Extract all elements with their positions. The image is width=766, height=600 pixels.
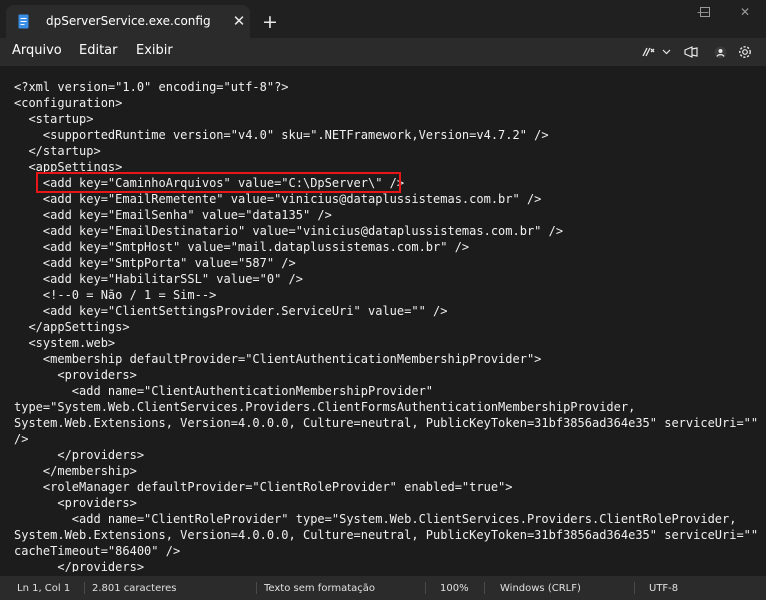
code-line[interactable]: </membership> — [14, 463, 758, 479]
code-line[interactable]: <roleManager defaultProvider="ClientRole… — [14, 479, 758, 495]
code-line[interactable]: <add name="ClientRoleProvider" type="Sys… — [14, 511, 758, 527]
code-line[interactable]: <providers> — [14, 495, 758, 511]
code-line[interactable]: <!--0 = Não / 1 = Sim--> — [14, 287, 758, 303]
code-line[interactable]: </startup> — [14, 143, 758, 159]
code-line[interactable]: <add key="EmailDestinatario" value="vini… — [14, 223, 758, 239]
status-divider — [484, 582, 485, 594]
chevron-down-icon[interactable] — [658, 41, 674, 63]
code-line[interactable]: <add name="ClientAuthenticationMembershi… — [14, 383, 758, 399]
code-line[interactable]: <startup> — [14, 111, 758, 127]
account-icon[interactable] — [708, 41, 732, 63]
menu-exibir[interactable]: Exibir — [136, 43, 173, 58]
maximize-button[interactable] — [684, 0, 726, 24]
editor-text[interactable]: <?xml version="1.0" encoding="utf-8"?> <c… — [14, 79, 758, 575]
code-line[interactable]: <add key="SmtpPorta" value="587" /> — [14, 255, 758, 271]
code-line[interactable]: <add key="EmailSenha" value="data135" /> — [14, 207, 758, 223]
code-line[interactable]: System.Web.Extensions, Version=4.0.0.0, … — [14, 415, 758, 431]
code-line[interactable]: /> — [14, 431, 758, 447]
status-divider — [256, 582, 257, 594]
code-line[interactable]: <add key="SmtpHost" value="mail.dataplus… — [14, 239, 758, 255]
code-line[interactable]: </appSettings> — [14, 319, 758, 335]
code-line[interactable]: type="System.Web.ClientServices.Provider… — [14, 399, 758, 415]
status-divider — [634, 582, 635, 594]
code-line[interactable]: <configuration> — [14, 95, 758, 111]
title-bar: dpServerService.exe.config ✕ + — ✕ — [0, 0, 766, 38]
close-window-button[interactable]: ✕ — [724, 0, 766, 24]
status-zoom[interactable]: 100% — [440, 576, 469, 600]
highlight-annotation — [36, 172, 401, 193]
code-line[interactable]: <add key="ClientSettingsProvider.Service… — [14, 303, 758, 319]
code-line[interactable]: </providers> — [14, 447, 758, 463]
tab-title: dpServerService.exe.config — [46, 14, 211, 28]
code-line[interactable]: System.Web.Extensions, Version=4.0.0.0, … — [14, 527, 758, 543]
status-cursor-position[interactable]: Ln 1, Col 1 — [17, 576, 70, 600]
menu-toolbar — [638, 41, 758, 63]
notepad-file-icon — [18, 14, 29, 29]
status-line-ending[interactable]: Windows (CRLF) — [500, 576, 581, 600]
code-line[interactable]: <providers> — [14, 367, 758, 383]
copilot-icon[interactable] — [638, 41, 658, 63]
code-line[interactable]: <?xml version="1.0" encoding="utf-8"?> — [14, 79, 758, 95]
text-editor[interactable]: <?xml version="1.0" encoding="utf-8"?> <c… — [0, 66, 766, 575]
close-tab-icon[interactable]: ✕ — [228, 10, 250, 32]
code-line[interactable]: <add key="EmailRemetente" value="viniciu… — [14, 191, 758, 207]
menu-bar: Arquivo Editar Exibir — [0, 38, 766, 66]
settings-icon[interactable] — [732, 41, 758, 63]
status-encoding[interactable]: UTF-8 — [649, 576, 678, 600]
code-line[interactable]: cacheTimeout="86400" /> — [14, 543, 758, 559]
new-tab-button[interactable]: + — [258, 10, 282, 34]
menu-arquivo[interactable]: Arquivo — [12, 43, 62, 58]
status-divider — [425, 582, 426, 594]
code-line[interactable]: <supportedRuntime version="v4.0" sku=".N… — [14, 127, 758, 143]
menu-editar[interactable]: Editar — [79, 43, 118, 58]
status-bar: Ln 1, Col 1 2.801 caracteres Texto sem f… — [0, 576, 766, 600]
tab-document[interactable]: dpServerService.exe.config ✕ — [6, 5, 250, 38]
status-divider — [84, 582, 85, 594]
code-line[interactable]: <system.web> — [14, 335, 758, 351]
feedback-icon[interactable] — [674, 41, 708, 63]
status-character-count: 2.801 caracteres — [92, 582, 177, 594]
code-line[interactable]: <membership defaultProvider="ClientAuthe… — [14, 351, 758, 367]
status-format: Texto sem formatação — [264, 582, 376, 594]
code-line[interactable]: <add key="HabilitarSSL" value="0" /> — [14, 271, 758, 287]
